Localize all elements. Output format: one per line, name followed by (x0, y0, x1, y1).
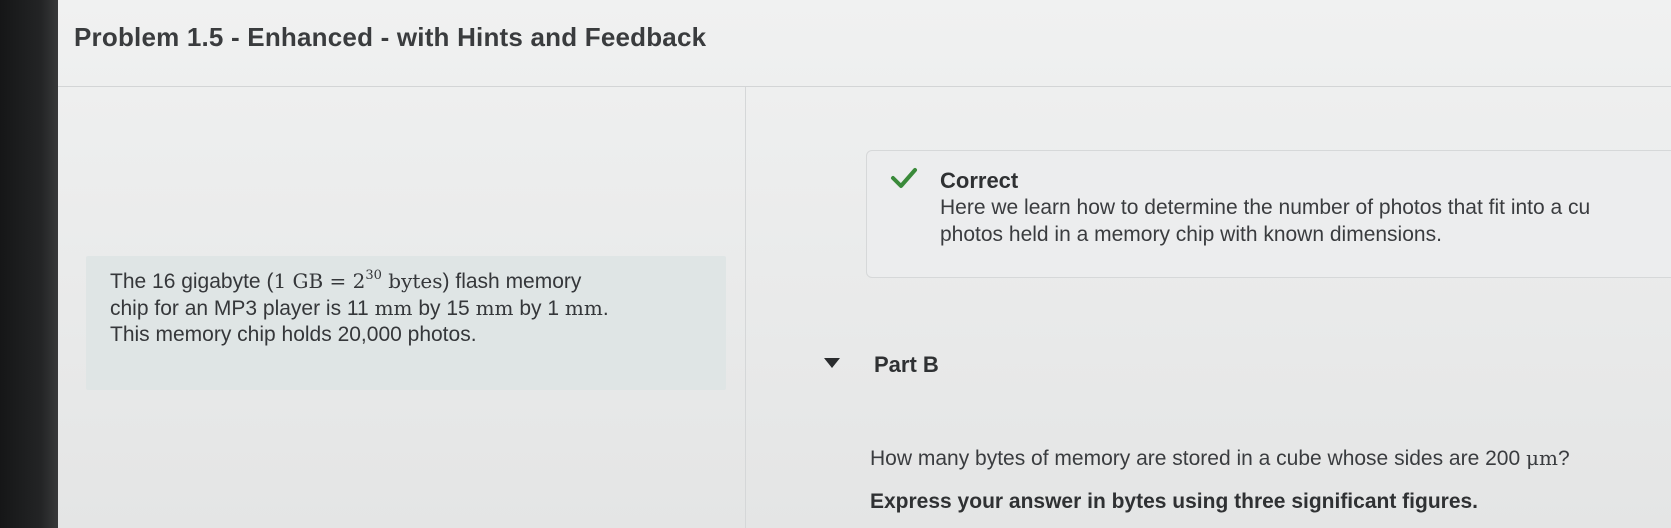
unit-mm: mm (475, 296, 514, 320)
feedback-text-line-2: photos held in a memory chip with known … (940, 223, 1442, 246)
header-divider (58, 86, 1671, 87)
question-text: How many bytes of memory are stored in a… (870, 446, 1570, 470)
problem-statement-line-1: The 16 gigabyte (1 GB = 230 bytes) flash… (110, 269, 581, 294)
part-b-header[interactable]: Part B (874, 352, 939, 378)
problem-statement-line-2: chip for an MP3 player is 11 mm by 15 mm… (110, 296, 609, 320)
checkmark-icon (891, 168, 917, 188)
unit-micrometer: μm (1525, 446, 1558, 470)
column-divider (745, 87, 746, 528)
problem-page: Problem 1.5 - Enhanced - with Hints and … (58, 0, 1671, 528)
problem-text: The 16 gigabyte ( (110, 270, 274, 293)
screen-bezel (0, 0, 58, 528)
unit-mm: mm (564, 296, 603, 320)
problem-text: ) flash memory (442, 270, 582, 293)
math-expression: 1 GB = 230 bytes (273, 268, 443, 293)
feedback-status-label: Correct (940, 168, 1019, 193)
feedback-text-line-1: Here we learn how to determine the numbe… (940, 196, 1591, 219)
exponent: 30 (365, 268, 382, 283)
caret-down-icon[interactable] (824, 358, 840, 368)
answer-instruction: Express your answer in bytes using three… (870, 490, 1479, 513)
problem-statement-line-3: This memory chip holds 20,000 photos. (110, 323, 477, 346)
page-title: Problem 1.5 - Enhanced - with Hints and … (74, 22, 707, 52)
unit-mm: mm (374, 296, 413, 320)
